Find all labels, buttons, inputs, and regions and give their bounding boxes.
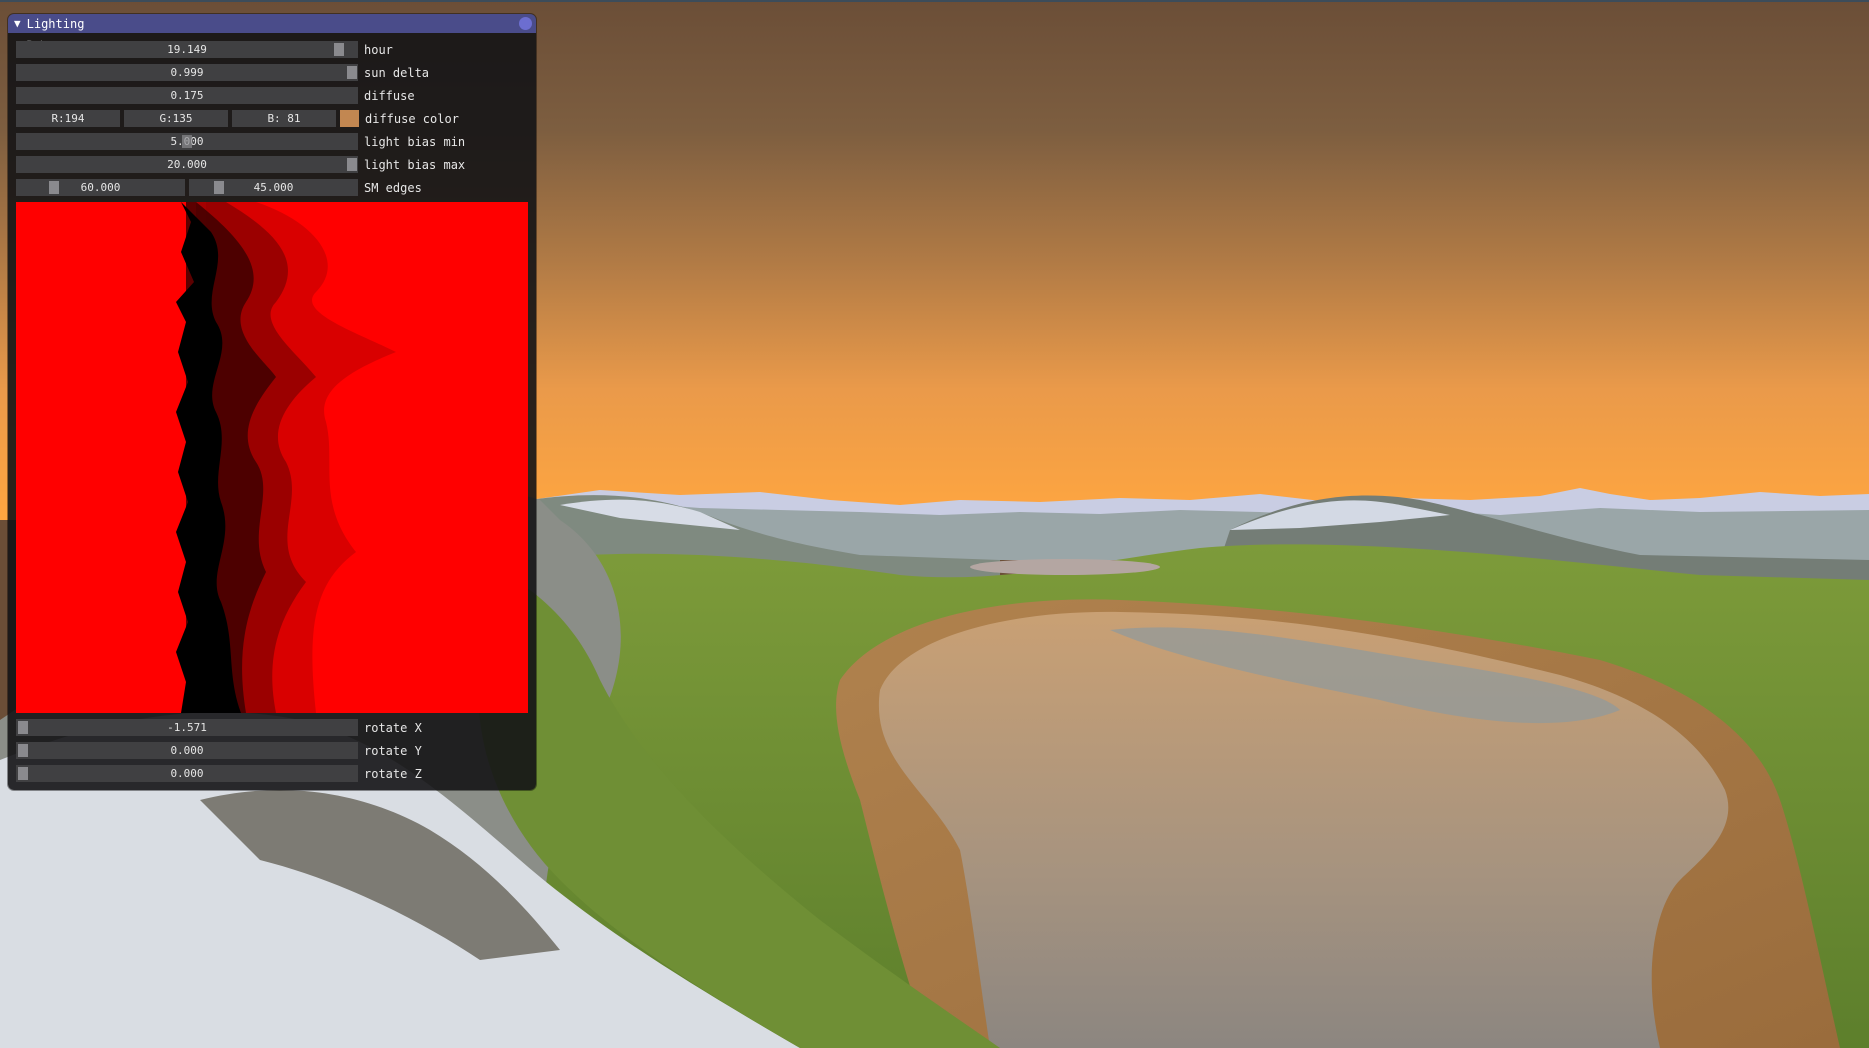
light-bias-min-slider-grab[interactable] xyxy=(182,135,192,148)
shadow-map-preview xyxy=(16,202,528,713)
diffuse-drag-field[interactable]: 0.175 xyxy=(16,87,358,104)
rotate-y-control: 0.000 rotate Y xyxy=(16,742,422,759)
sm-edges-slider-b-grab[interactable] xyxy=(214,181,224,194)
light-bias-max-label: light bias max xyxy=(364,157,466,172)
sun-delta-value: 0.999 xyxy=(170,66,204,79)
rotate-x-value: -1.571 xyxy=(167,721,207,734)
rotate-y-slider[interactable]: 0.000 xyxy=(16,742,358,759)
rotate-y-value: 0.000 xyxy=(170,744,204,757)
sm-edges-label: SM edges xyxy=(364,180,422,195)
sun-delta-slider-grab[interactable] xyxy=(347,66,357,79)
diffuse-value: 0.175 xyxy=(170,89,204,102)
sm-edges-value-a: 60.000 xyxy=(80,181,121,194)
sun-delta-label: sun delta xyxy=(364,65,430,80)
triangle-down-icon[interactable]: ▼ xyxy=(14,17,21,30)
light-bias-max-slider-grab[interactable] xyxy=(347,158,357,171)
diffuse-color-r-value: R:194 xyxy=(51,112,85,125)
rotate-z-label: rotate Z xyxy=(364,766,422,781)
hour-value: 19.149 xyxy=(167,43,207,56)
rotate-y-slider-grab[interactable] xyxy=(18,744,28,757)
diffuse-label: diffuse xyxy=(364,88,415,103)
sm-edges-value-b: 45.000 xyxy=(253,181,294,194)
sm-edges-slider-b[interactable]: 45.000 xyxy=(189,179,358,196)
rotate-y-label: rotate Y xyxy=(364,743,422,758)
lighting-window[interactable]: ▼ Lighting ▶ Debug 19.149 hour 0.999 sun… xyxy=(8,14,536,790)
hour-control: 19.149 hour xyxy=(16,41,393,58)
sun-delta-control: 0.999 sun delta xyxy=(16,64,429,81)
light-bias-max-slider[interactable]: 20.000 xyxy=(16,156,358,173)
rotate-z-slider[interactable]: 0.000 xyxy=(16,765,358,782)
sm-edges-slider-a-grab[interactable] xyxy=(49,181,59,194)
shadow-map-image xyxy=(16,202,528,713)
diffuse-color-b-field[interactable]: B: 81 xyxy=(232,110,336,127)
light-bias-max-value: 20.000 xyxy=(167,158,207,171)
light-bias-min-slider[interactable]: 5.000 xyxy=(16,133,358,150)
window-title-bar[interactable]: ▼ Lighting xyxy=(8,14,536,33)
rotate-x-slider[interactable]: -1.571 xyxy=(16,719,358,736)
rotate-x-slider-grab[interactable] xyxy=(18,721,28,734)
diffuse-color-control: R:194 G:135 B: 81 diffuse color xyxy=(16,110,459,127)
rotate-z-value: 0.000 xyxy=(170,767,204,780)
hour-slider[interactable]: 19.149 xyxy=(16,41,358,58)
diffuse-control: 0.175 diffuse xyxy=(16,87,415,104)
diffuse-color-b-value: B: 81 xyxy=(267,112,301,125)
hour-slider-grab[interactable] xyxy=(334,43,344,56)
hour-label: hour xyxy=(364,42,393,57)
light-bias-max-control: 20.000 light bias max xyxy=(16,156,465,173)
window-title: Lighting xyxy=(26,16,85,31)
sm-edges-control: 60.000 45.000 SM edges xyxy=(16,179,422,196)
diffuse-color-r-field[interactable]: R:194 xyxy=(16,110,120,127)
diffuse-color-g-field[interactable]: G:135 xyxy=(124,110,228,127)
diffuse-color-g-value: G:135 xyxy=(159,112,193,125)
light-bias-min-label: light bias min xyxy=(364,134,466,149)
rotate-z-control: 0.000 rotate Z xyxy=(16,765,422,782)
rotate-x-label: rotate X xyxy=(364,720,422,735)
rotate-x-control: -1.571 rotate X xyxy=(16,719,422,736)
sm-edges-slider-a[interactable]: 60.000 xyxy=(16,179,185,196)
light-bias-min-control: 5.000 light bias min xyxy=(16,133,465,150)
diffuse-color-label: diffuse color xyxy=(365,111,459,126)
close-icon[interactable] xyxy=(519,17,532,30)
rotate-z-slider-grab[interactable] xyxy=(18,767,28,780)
diffuse-color-swatch[interactable] xyxy=(340,110,359,127)
sun-delta-slider[interactable]: 0.999 xyxy=(16,64,358,81)
